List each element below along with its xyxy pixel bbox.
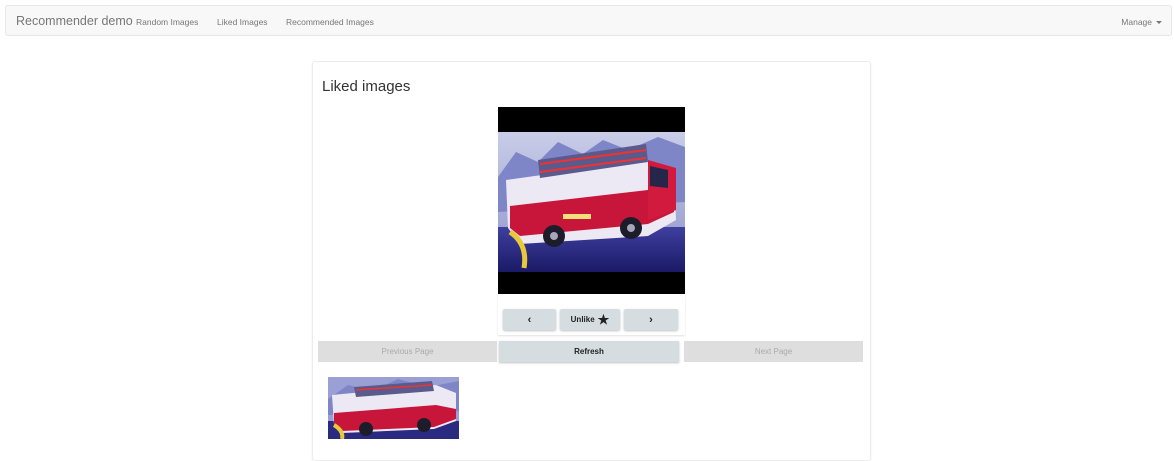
manage-dropdown[interactable]: Manage [1121, 17, 1162, 27]
nav-random-images[interactable]: Random Images [136, 17, 198, 27]
chevron-left-icon: ‹ [527, 313, 532, 326]
viewer-controls: ‹ Unlike ★ › [498, 295, 685, 335]
refresh-button[interactable]: Refresh [499, 341, 679, 362]
next-page-button[interactable]: Next Page [684, 341, 863, 362]
liked-images-card: Liked images ‹ Unlike ★ › Previous Page … [312, 61, 871, 461]
unlike-label: Unlike [570, 315, 595, 324]
star-icon: ★ [597, 312, 610, 327]
next-image-button[interactable]: › [624, 309, 678, 330]
chevron-right-icon: › [649, 313, 653, 326]
caret-down-icon [1156, 21, 1162, 25]
unlike-button[interactable]: Unlike ★ [560, 309, 620, 330]
image-viewer [498, 107, 685, 294]
liked-image-thumbnail[interactable] [328, 377, 459, 439]
nav-recommended-images[interactable]: Recommended Images [286, 17, 374, 27]
previous-page-button[interactable]: Previous Page [318, 341, 497, 362]
card-title: Liked images [322, 78, 411, 95]
previous-image-button[interactable]: ‹ [503, 309, 556, 330]
nav-liked-images[interactable]: Liked Images [217, 17, 268, 27]
fire-truck-image [498, 132, 685, 272]
brand-link[interactable]: Recommender demo [16, 14, 133, 28]
manage-label: Manage [1121, 17, 1152, 27]
navbar: Recommender demo Random Images Liked Ima… [5, 5, 1172, 36]
